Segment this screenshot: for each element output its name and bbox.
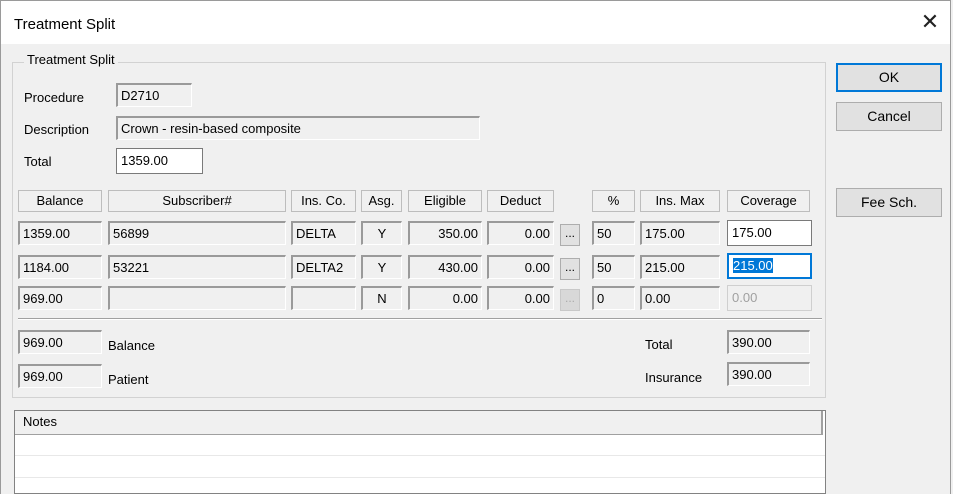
summary-total-value: 390.00 [727,330,810,354]
procedure-field: D2710 [116,83,192,107]
ok-button[interactable]: OK [836,63,942,92]
row-eligible: 430.00 [408,255,482,279]
summary-insurance-label: Insurance [645,370,703,385]
row-asg: Y [361,255,402,279]
row-asg: N [361,286,402,310]
row-ellipsis-button: ... [560,289,580,311]
col-header-subscriber: Subscriber# [108,190,286,212]
row-eligible: 350.00 [408,221,482,245]
title-bar: Treatment Split ✕ [0,0,951,44]
separator [18,318,822,320]
total-input[interactable]: 1359.00 [116,148,203,174]
notes-row-divider [15,455,825,456]
row-coverage-input: 0.00 [727,285,812,311]
cancel-button[interactable]: Cancel [836,102,942,131]
summary-patient-value: 969.00 [18,364,102,388]
row-insco [291,286,356,310]
col-header-asg: Asg. [361,190,402,212]
row-deduct: 0.00 [487,221,554,245]
fee-schedule-button[interactable]: Fee Sch. [836,188,942,217]
total-label: Total [24,154,52,169]
row-coverage-input[interactable]: 175.00 [727,220,812,246]
notes-list[interactable]: Notes [14,410,826,494]
summary-balance-label: Balance [108,338,155,353]
notes-header[interactable]: Notes [15,411,823,435]
description-label: Description [24,122,90,137]
summary-insurance-value: 390.00 [727,362,810,386]
col-header-pct: % [592,190,635,212]
col-header-insco: Ins. Co. [291,190,356,212]
procedure-label: Procedure [24,90,84,105]
col-header-coverage: Coverage [727,190,810,212]
row-insmax: 0.00 [640,286,720,310]
row-pct: 50 [592,221,635,245]
summary-total-label: Total [645,337,673,352]
col-header-insmax: Ins. Max [640,190,720,212]
row-insmax: 175.00 [640,221,720,245]
row-insco: DELTA [291,221,356,245]
notes-row-divider [15,477,825,478]
row-balance: 1359.00 [18,221,102,245]
col-header-eligible: Eligible [408,190,482,212]
row-subscriber: 53221 [108,255,286,279]
row-ellipsis-button[interactable]: ... [560,224,580,246]
description-field: Crown - resin-based composite [116,116,480,140]
row-deduct: 0.00 [487,255,554,279]
row-pct: 0 [592,286,635,310]
row-ellipsis-button[interactable]: ... [560,258,580,280]
group-title: Treatment Split [24,52,118,67]
close-icon[interactable]: ✕ [918,11,942,35]
row-coverage-input[interactable]: 215.00 [727,253,812,279]
row-insmax: 215.00 [640,255,720,279]
row-insco: DELTA2 [291,255,356,279]
row-asg: Y [361,221,402,245]
row-balance: 969.00 [18,286,102,310]
window-title: Treatment Split [14,16,116,33]
row-coverage-selected-text: 215.00 [733,258,773,273]
row-subscriber: 56899 [108,221,286,245]
col-header-deduct: Deduct [487,190,554,212]
row-deduct: 0.00 [487,286,554,310]
row-pct: 50 [592,255,635,279]
row-balance: 1184.00 [18,255,102,279]
summary-patient-label: Patient [108,372,149,387]
summary-balance-value: 969.00 [18,330,102,354]
col-header-balance: Balance [18,190,102,212]
row-subscriber [108,286,286,310]
row-eligible: 0.00 [408,286,482,310]
